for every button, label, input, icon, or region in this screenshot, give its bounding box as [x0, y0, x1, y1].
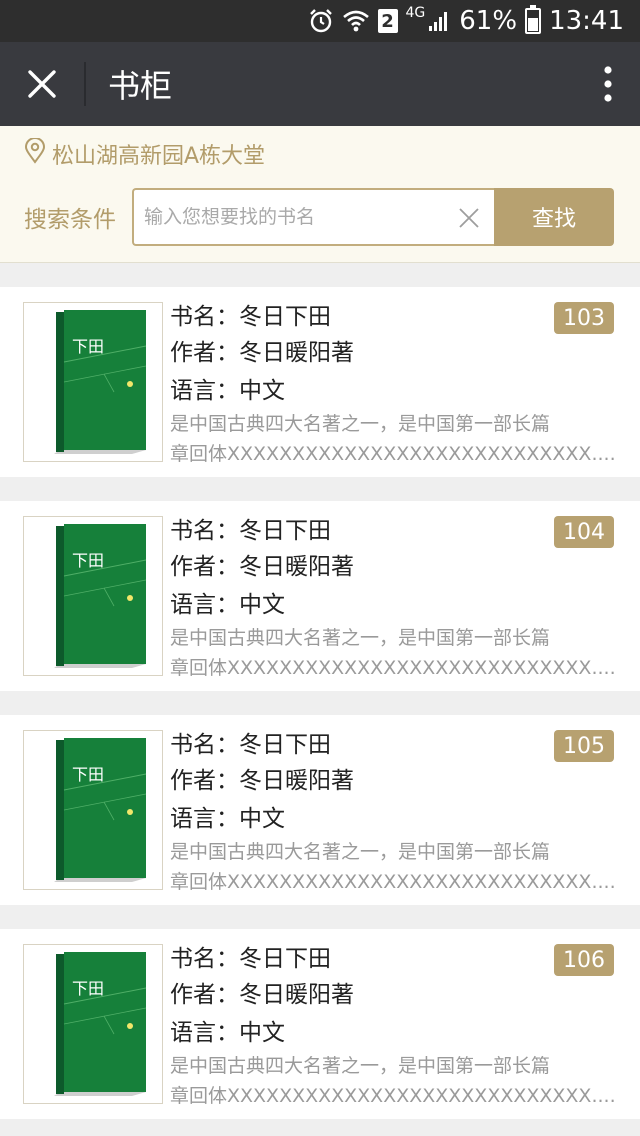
book-language: 语言：中文 [170, 1020, 285, 1046]
book-cover: 下田 [23, 302, 163, 462]
book-info: 书名：冬日下田 作者：冬日暖阳著 语言：中文 是中国古典四大名著之一，是中国第一… [170, 513, 614, 683]
book-card[interactable]: 下田 书名：冬日下田 作者：冬日暖阳著 语言：中文 是中国古典四大名著之一，是中… [0, 501, 640, 691]
status-bar: 2 4G 61% 13:41 [0, 0, 640, 42]
book-title: 书名：冬日下田 [170, 946, 331, 972]
book-description-line: 章回体XXXXXXXXXXXXXXXXXXXXXXXXXXXX..... [170, 443, 614, 465]
battery-percent: 61% [459, 6, 518, 36]
book-card[interactable]: 下田 书名：冬日下田 作者：冬日暖阳著 语言：中文 是中国古典四大名著之一，是中… [0, 929, 640, 1119]
search-label: 搜索条件 [24, 207, 116, 233]
svg-text:下田: 下田 [72, 979, 104, 998]
book-title: 书名：冬日下田 [170, 732, 331, 758]
more-vertical-icon[interactable] [604, 66, 612, 102]
location-pin-icon [24, 137, 52, 170]
book-author: 作者：冬日暖阳著 [170, 768, 354, 794]
book-author: 作者：冬日暖阳著 [170, 340, 354, 366]
book-description-line: 是中国古典四大名著之一，是中国第一部长篇 [170, 627, 551, 649]
book-number-badge: 103 [554, 302, 614, 334]
book-description-line: 章回体XXXXXXXXXXXXXXXXXXXXXXXXXXXX..... [170, 657, 614, 679]
book-description-line: 是中国古典四大名著之一，是中国第一部长篇 [170, 413, 551, 435]
book-number-badge: 104 [554, 516, 614, 548]
battery-icon [525, 5, 542, 34]
book-language: 语言：中文 [170, 806, 285, 832]
book-description-line: 是中国古典四大名著之一，是中国第一部长篇 [170, 1055, 551, 1077]
network-type: 4G [405, 5, 426, 21]
book-language: 语言：中文 [170, 378, 285, 404]
book-description-line: 章回体XXXXXXXXXXXXXXXXXXXXXXXXXXXX..... [170, 1085, 614, 1107]
alarm-icon [308, 6, 334, 36]
book-language: 语言：中文 [170, 592, 285, 618]
search-box [132, 188, 494, 246]
svg-text:下田: 下田 [72, 337, 104, 356]
location-row[interactable]: 松山湖高新园A栋大堂 [24, 136, 616, 172]
search-button[interactable]: 查找 [494, 188, 614, 246]
book-info: 书名：冬日下田 作者：冬日暖阳著 语言：中文 是中国古典四大名著之一，是中国第一… [170, 299, 614, 469]
search-input[interactable] [144, 206, 444, 228]
wifi-icon [342, 6, 370, 36]
book-title: 书名：冬日下田 [170, 304, 331, 330]
book-list: 下田 书名：冬日下田 作者：冬日暖阳著 语言：中文 是中国古典四大名著之一，是中… [0, 263, 640, 1119]
book-info: 书名：冬日下田 作者：冬日暖阳著 语言：中文 是中国古典四大名著之一，是中国第一… [170, 941, 614, 1111]
book-description-line: 章回体XXXXXXXXXXXXXXXXXXXXXXXXXXXX..... [170, 871, 614, 893]
book-number-badge: 106 [554, 944, 614, 976]
nav-bar: 书柜 [0, 42, 640, 126]
book-cover: 下田 [23, 516, 163, 676]
book-title: 书名：冬日下田 [170, 518, 331, 544]
clock-time: 13:41 [549, 6, 624, 36]
location-text: 松山湖高新园A栋大堂 [52, 144, 266, 169]
book-author: 作者：冬日暖阳著 [170, 982, 354, 1008]
clear-icon[interactable] [458, 207, 480, 233]
book-number-badge: 105 [554, 730, 614, 762]
search-row: 搜索条件 查找 [24, 188, 616, 246]
book-cover: 下田 [23, 944, 163, 1104]
book-info: 书名：冬日下田 作者：冬日暖阳著 语言：中文 是中国古典四大名著之一，是中国第一… [170, 727, 614, 897]
book-card[interactable]: 下田 书名：冬日下田 作者：冬日暖阳著 语言：中文 是中国古典四大名著之一，是中… [0, 287, 640, 477]
sim-slot-badge: 2 [377, 9, 398, 33]
book-card[interactable]: 下田 书名：冬日下田 作者：冬日暖阳著 语言：中文 是中国古典四大名著之一，是中… [0, 715, 640, 905]
page-title: 书柜 [108, 67, 173, 105]
svg-text:下田: 下田 [72, 765, 104, 784]
battery-level-fill [528, 17, 539, 31]
location-search-panel: 松山湖高新园A栋大堂 搜索条件 查找 [0, 126, 640, 263]
close-icon[interactable] [0, 62, 86, 106]
svg-text:下田: 下田 [72, 551, 104, 570]
book-cover: 下田 [23, 730, 163, 890]
signal-icon [427, 6, 451, 36]
book-author: 作者：冬日暖阳著 [170, 554, 354, 580]
book-description-line: 是中国古典四大名著之一，是中国第一部长篇 [170, 841, 551, 863]
